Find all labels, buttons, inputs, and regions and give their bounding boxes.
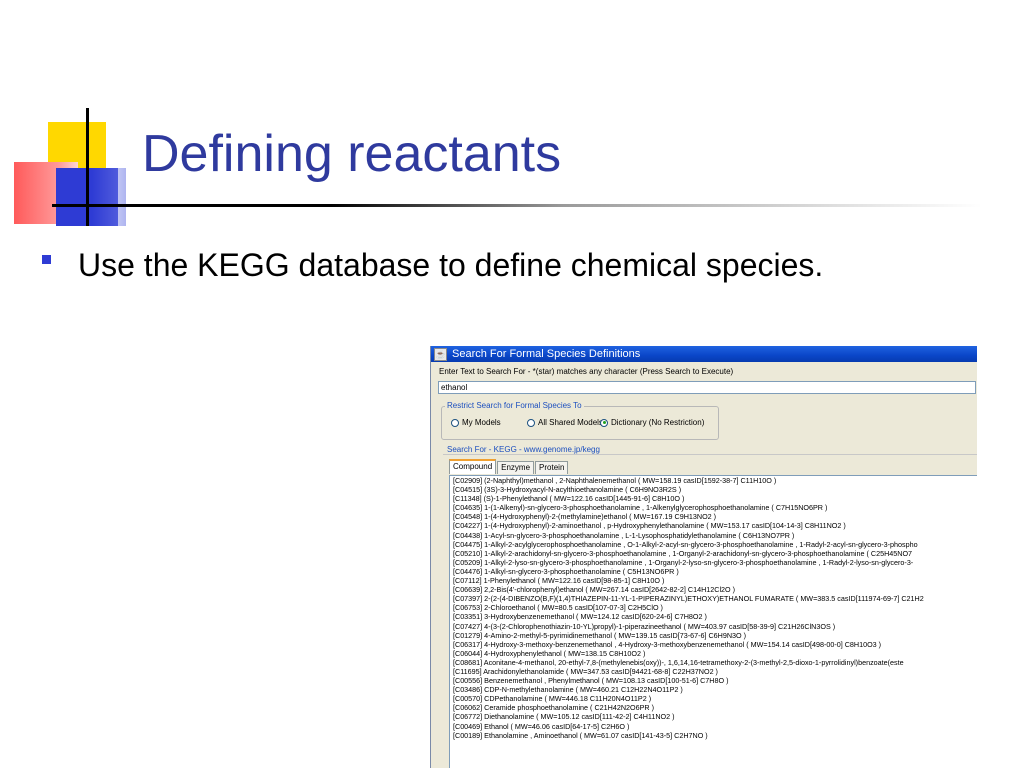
result-tabs: Compound Enzyme Protein [449, 459, 569, 474]
list-item[interactable]: [C00570] CDPethanolamine ( MW=446.18 C11… [450, 694, 977, 703]
tab-protein[interactable]: Protein [535, 461, 569, 474]
list-item[interactable]: [C05210] 1-Alkyl-2-arachidonyl-sn-glycer… [450, 549, 977, 558]
radio-label: All Shared Models [538, 418, 603, 427]
tab-compound[interactable]: Compound [449, 459, 497, 474]
list-item[interactable]: [C02909] (2-Naphthyl)methanol , 2-Naphth… [450, 476, 977, 485]
radio-all-shared-models[interactable]: All Shared Models [527, 418, 603, 427]
list-item[interactable]: [C07397] 2-(2-(4-DIBENZO(B,F)(1,4)THIAZE… [450, 594, 977, 603]
list-item[interactable]: [C04438] 1-Acyl-sn-glycero-3-phosphoetha… [450, 531, 977, 540]
list-item[interactable]: [C03351] 3-Hydroxybenzenemethanol ( MW=1… [450, 612, 977, 621]
list-item[interactable]: [C04635] 1-(1-Alkenyl)-sn-glycero-3-phos… [450, 503, 977, 512]
slide-title: Defining reactants [142, 125, 562, 183]
list-item[interactable]: [C07427] 4-(3-(2-Chlorophenothiazin-10-Y… [450, 622, 977, 631]
search-instruction: Enter Text to Search For - *(star) match… [439, 367, 734, 376]
bullet-square-icon [42, 255, 51, 264]
list-item[interactable]: [C00189] Ethanolamine , Aminoethanol ( M… [450, 731, 977, 740]
list-item[interactable]: [C06062] Ceramide phosphoethanolamine ( … [450, 703, 977, 712]
list-item[interactable]: [C04227] 1-(4-Hydroxyphenyl)-2-aminoetha… [450, 521, 977, 530]
search-window: ☕ Search For Formal Species Definitions … [430, 346, 977, 768]
list-item[interactable]: [C06772] Diethanolamine ( MW=105.12 casI… [450, 712, 977, 721]
list-item[interactable]: [C01279] 4-Amino-2-methyl-5-pyrimidineme… [450, 631, 977, 640]
radio-button-selected-icon [600, 418, 608, 427]
list-item[interactable]: [C00556] Benzenemethanol , Phenylmethano… [450, 676, 977, 685]
list-item[interactable]: [C07112] 1-Phenylethanol ( MW=122.16 cas… [450, 576, 977, 585]
radio-button-icon [527, 418, 535, 427]
decor-horizontal-line [52, 204, 982, 207]
list-item[interactable]: [C05209] 1-Alkyl-2-lyso-sn-glycero-3-pho… [450, 558, 977, 567]
list-item[interactable]: [C06044] 4-Hydroxyphenylethanol ( MW=138… [450, 649, 977, 658]
list-item[interactable]: [C06753] 2-Chloroethanol ( MW=80.5 casID… [450, 603, 977, 612]
radio-my-models[interactable]: My Models [451, 418, 501, 427]
tab-enzyme[interactable]: Enzyme [497, 461, 535, 474]
list-item[interactable]: [C04476] 1-Alkyl-sn-glycero-3-phosphoeth… [450, 567, 977, 576]
list-item[interactable]: [C06639] 2,2-Bis(4'-chlorophenyl)ethanol… [450, 585, 977, 594]
list-item[interactable]: [C00469] Ethanol ( MW=46.06 casID[64-17-… [450, 722, 977, 731]
results-list[interactable]: [C02909] (2-Naphthyl)methanol , 2-Naphth… [449, 475, 977, 768]
decor-blue-fade [92, 168, 126, 226]
list-item[interactable]: [C11695] Arachidonylethanolamide ( MW=34… [450, 667, 977, 676]
list-item[interactable]: [C08681] Aconitane-4-methanol, 20-ethyl-… [450, 658, 977, 667]
window-titlebar[interactable]: ☕ Search For Formal Species Definitions [431, 346, 977, 362]
list-item[interactable]: [C03486] CDP-N-methylethanolamine ( MW=4… [450, 685, 977, 694]
search-input[interactable] [438, 381, 976, 394]
radio-button-icon [451, 418, 459, 427]
list-item[interactable]: [C04548] 1-(4-Hydroxyphenyl)-2-(methylam… [450, 512, 977, 521]
restrict-legend: Restrict Search for Formal Species To [445, 401, 584, 410]
list-item[interactable]: [C11348] (S)-1-Phenylethanol ( MW=122.16… [450, 494, 977, 503]
list-item[interactable]: [C06317] 4-Hydroxy-3-methoxy-benzenemeth… [450, 640, 977, 649]
radio-label: My Models [462, 418, 501, 427]
window-title: Search For Formal Species Definitions [452, 348, 641, 360]
separator [443, 454, 977, 455]
decor-vertical-line [86, 108, 89, 226]
radio-dictionary[interactable]: Dictionary (No Restriction) [600, 418, 704, 427]
list-item[interactable]: [C04475] 1-Alkyl-2-acylglycerophosphoeth… [450, 540, 977, 549]
radio-label: Dictionary (No Restriction) [611, 418, 705, 427]
java-app-icon: ☕ [434, 347, 447, 361]
search-for-label: Search For - KEGG - www.genome.jp/kegg [447, 445, 600, 454]
bullet-text: Use the KEGG database to define chemical… [78, 247, 824, 283]
list-item[interactable]: [C04515] (3S)-3-Hydroxyacyl-N-acylthioet… [450, 485, 977, 494]
